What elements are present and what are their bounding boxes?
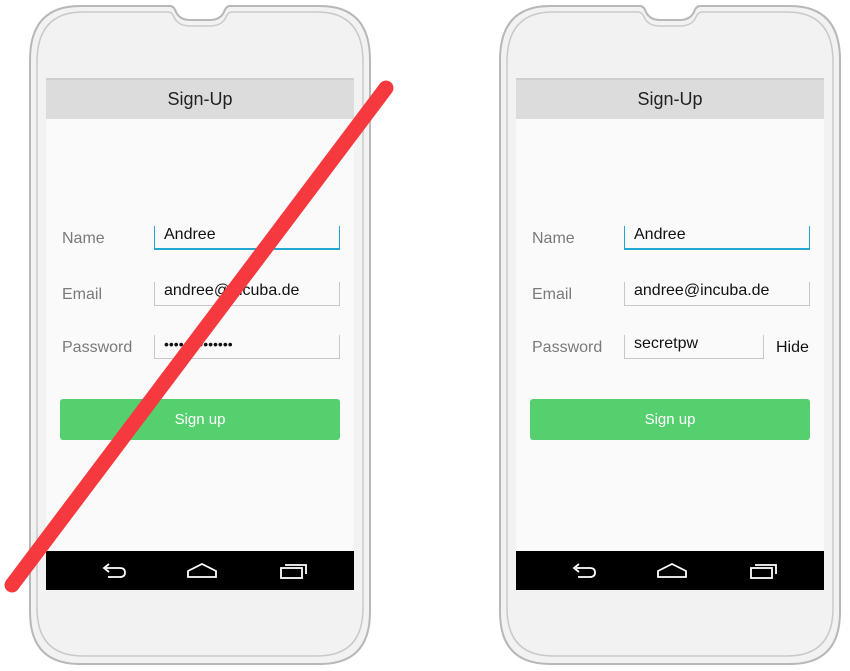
right-password-label: Password bbox=[532, 339, 603, 356]
left-name-input[interactable]: Andree bbox=[154, 226, 340, 250]
left-name-label: Name bbox=[62, 230, 105, 247]
right-app-bar-title: Sign-Up bbox=[516, 78, 824, 119]
left-email-input[interactable]: andree@incuba.de bbox=[154, 282, 340, 306]
right-name-input[interactable]: Andree bbox=[624, 226, 810, 250]
left-password-input[interactable]: •••••••••••••• bbox=[154, 335, 340, 359]
home-icon[interactable] bbox=[186, 560, 218, 582]
home-icon[interactable] bbox=[656, 560, 688, 582]
right-email-input[interactable]: andree@incuba.de bbox=[624, 282, 810, 306]
right-name-label: Name bbox=[532, 230, 575, 247]
left-screen: Sign-Up Name Andree Email andree@incuba.… bbox=[46, 78, 354, 590]
left-signup-button[interactable]: Sign up bbox=[60, 399, 340, 440]
recents-icon[interactable] bbox=[748, 560, 780, 582]
right-signup-button[interactable]: Sign up bbox=[530, 399, 810, 440]
right-email-value: andree@incuba.de bbox=[634, 282, 770, 299]
right-password-value: secretpw bbox=[634, 335, 699, 352]
left-email-label: Email bbox=[62, 286, 103, 303]
back-icon[interactable] bbox=[98, 560, 130, 582]
right-name-value: Andree bbox=[634, 226, 686, 243]
left-name-value: Andree bbox=[164, 226, 216, 243]
recents-icon[interactable] bbox=[278, 560, 310, 582]
left-app-bar-title: Sign-Up bbox=[46, 78, 354, 119]
right-screen: Sign-Up Name Andree Email andree@incuba.… bbox=[516, 78, 824, 590]
hide-password-toggle[interactable]: Hide bbox=[776, 339, 809, 357]
left-password-label: Password bbox=[62, 339, 133, 356]
right-nav-bar bbox=[516, 551, 824, 590]
left-nav-bar bbox=[46, 551, 354, 590]
left-password-masked-value: •••••••••••••• bbox=[164, 336, 233, 352]
right-password-input[interactable]: secretpw bbox=[624, 335, 764, 359]
right-email-label: Email bbox=[532, 286, 573, 303]
left-email-value: andree@incuba.de bbox=[164, 282, 300, 299]
back-icon[interactable] bbox=[568, 560, 600, 582]
